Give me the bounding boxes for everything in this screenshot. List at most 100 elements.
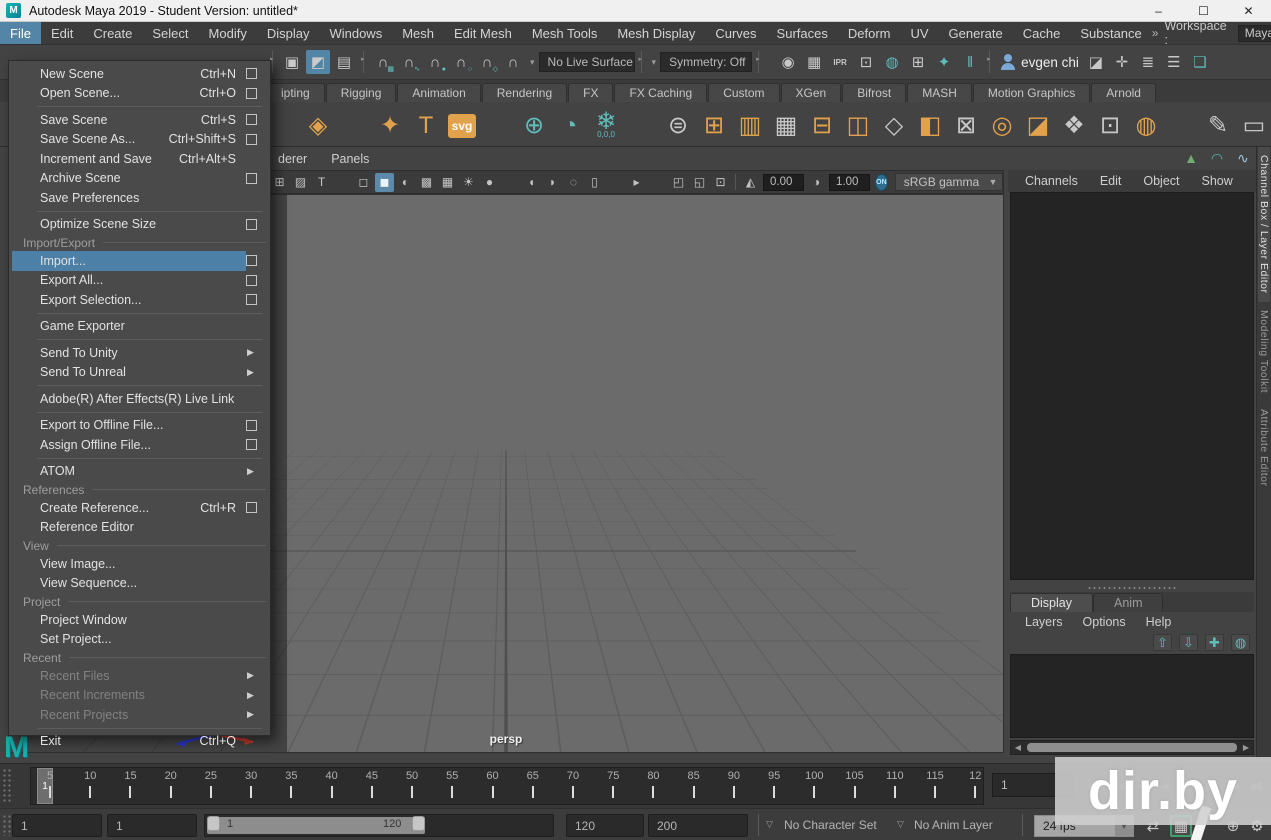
live-surface-field[interactable]: No Live Surface — [539, 52, 635, 72]
shelf-tool-icon[interactable]: ◪ — [1020, 106, 1056, 142]
shelf-tool-icon[interactable]: ◎ — [984, 106, 1020, 142]
file-menu-row[interactable]: Reference Editor ▶ — [9, 518, 270, 538]
menu-bar-item[interactable]: UV — [900, 22, 938, 44]
snap-icon[interactable]: ∩∿ — [397, 50, 421, 74]
menu-item[interactable]: Import... — [12, 251, 246, 271]
menu-item[interactable]: Recent Projects — [12, 705, 246, 725]
channel-box-menu-item[interactable]: Edit — [1091, 174, 1131, 188]
option-box[interactable] — [246, 439, 257, 450]
channel-box-header-icon[interactable]: ◠ — [1208, 149, 1226, 167]
shelf-tool-icon[interactable] — [336, 106, 372, 142]
menu-bar-item[interactable]: Modify — [199, 22, 257, 44]
menu-bar-item[interactable]: Substance — [1070, 22, 1151, 44]
menu-item[interactable]: View Image... — [12, 554, 246, 574]
shelf-tool-icon[interactable]: T — [408, 106, 444, 142]
exposure-icon[interactable]: ◭ — [741, 173, 760, 192]
option-box[interactable] — [246, 294, 257, 305]
menu-bar-item[interactable]: Mesh Display — [607, 22, 705, 44]
group-divider[interactable] — [638, 51, 645, 73]
workspace-select[interactable]: Maya Classic* ▼ — [1238, 25, 1271, 42]
file-menu-row[interactable]: Assign Offline File... ▶ — [9, 435, 270, 455]
layer-action-icon[interactable]: ◍ — [1231, 634, 1250, 651]
menu-item[interactable]: New Scene Ctrl+N — [12, 64, 246, 84]
render-icon[interactable]: ▦ — [802, 50, 826, 74]
shelf-tool-icon[interactable] — [480, 106, 516, 142]
file-menu-row[interactable]: Save Preferences ▶ — [9, 188, 270, 208]
shelf-tool-icon[interactable]: ◍ — [1128, 106, 1164, 142]
shelf-tool-icon[interactable]: ◧ — [912, 106, 948, 142]
layer-action-icon[interactable]: ⇩ — [1179, 634, 1198, 651]
shelf-tab[interactable]: FX — [568, 83, 613, 102]
range-end-handle[interactable] — [412, 816, 425, 831]
option-box[interactable] — [246, 219, 257, 230]
file-menu-row[interactable]: Adobe(R) After Effects(R) Live Link ▶ — [9, 389, 270, 409]
chevron-down-icon[interactable]: ▽ — [766, 819, 773, 830]
menu-overflow-chevron[interactable]: » — [1152, 26, 1159, 40]
file-menu-row[interactable]: Recent Increments ▶ — [9, 686, 270, 706]
anim-layer-menu[interactable]: No Anim Layer — [914, 818, 993, 832]
workspace-icon[interactable]: ❏ — [1188, 50, 1212, 74]
layer-action-icon[interactable]: ⇧ — [1153, 634, 1172, 651]
workspace-icon[interactable]: ≣ — [1136, 50, 1160, 74]
sidebar-vertical-tab[interactable]: Channel Box / Layer Editor — [1258, 147, 1270, 302]
file-menu-row[interactable]: Set Project... ▶ — [9, 630, 270, 650]
menu-item[interactable]: Export Selection... — [12, 290, 246, 310]
option-box[interactable] — [246, 114, 257, 125]
shelf-tool-icon[interactable]: ◔ — [552, 106, 588, 142]
shelf-tool-icon[interactable]: ❖ — [1056, 106, 1092, 142]
snap-icon[interactable]: ∩▦ — [371, 50, 395, 74]
colorspace-select[interactable]: sRGB gamma ▼ — [895, 173, 1003, 191]
horizontal-scrollbar[interactable]: ◀ ▶ — [1010, 740, 1254, 755]
menu-bar-item[interactable]: Mesh Tools — [522, 22, 608, 44]
file-menu-row[interactable]: Optimize Scene Size ▶ — [9, 215, 270, 235]
menu-bar-item[interactable]: File — [0, 22, 41, 44]
render-icon[interactable]: IPR — [828, 50, 852, 74]
menu-item[interactable]: Reference Editor — [12, 518, 246, 538]
workspace-icon[interactable]: ☰ — [1162, 50, 1186, 74]
menu-item[interactable]: Export All... — [12, 271, 246, 291]
selection-mask-icon[interactable]: ▤ — [332, 50, 356, 74]
shelf-tab[interactable]: Animation — [397, 83, 480, 102]
group-divider[interactable] — [986, 51, 993, 73]
file-menu-row[interactable]: Export to Offline File... ▶ — [9, 416, 270, 436]
menu-item[interactable]: Adobe(R) After Effects(R) Live Link — [12, 389, 246, 409]
file-menu-row[interactable]: New Scene Ctrl+N ▶ — [9, 64, 270, 84]
playback-end-field[interactable]: 120 — [566, 814, 644, 837]
viewport-toolbar-icon[interactable]: ⊡ — [711, 173, 730, 192]
shelf-tool-icon[interactable] — [624, 106, 660, 142]
shelf-tool-icon[interactable]: ⊡ — [1092, 106, 1128, 142]
menu-bar-item[interactable]: Select — [142, 22, 198, 44]
menu-bar-item[interactable]: Mesh — [392, 22, 444, 44]
file-menu-row[interactable]: Archive Scene ▶ — [9, 169, 270, 189]
file-menu-row[interactable]: Recent Projects ▶ — [9, 705, 270, 725]
option-box[interactable] — [246, 88, 257, 99]
shelf-tool-icon[interactable]: ⊠ — [948, 106, 984, 142]
file-menu-row[interactable]: ▶ — [9, 336, 270, 343]
snap-icon[interactable]: ∩○ — [449, 50, 473, 74]
render-icon[interactable]: ‖ — [958, 50, 982, 74]
shelf-tool-icon[interactable]: ◇ — [876, 106, 912, 142]
shelf-tool-icon[interactable]: ▦ — [768, 106, 804, 142]
viewport-toolbar-icon[interactable]: ▩ — [417, 173, 436, 192]
viewport-toolbar-icon[interactable]: ◗ — [543, 173, 562, 192]
menu-item[interactable]: Recent Files — [12, 666, 246, 686]
option-box[interactable] — [246, 255, 257, 266]
file-menu-row[interactable]: Recent Files ▶ — [9, 666, 270, 686]
layer-editor-tab[interactable]: Anim — [1093, 593, 1163, 612]
option-box[interactable] — [246, 275, 257, 286]
sidebar-vertical-tab[interactable]: Modeling Toolkit — [1258, 302, 1270, 401]
file-menu-row[interactable]: ▶ — [9, 310, 270, 317]
layer-action-icon[interactable]: ✚ — [1205, 634, 1224, 651]
user-account-chip[interactable]: evgen chi — [1000, 54, 1079, 70]
menu-item[interactable]: Create Reference... Ctrl+R — [12, 498, 246, 518]
snap-icon[interactable]: ∩● — [423, 50, 447, 74]
shelf-tab[interactable]: Custom — [708, 83, 779, 102]
menu-item[interactable]: Send To Unity — [12, 343, 246, 363]
shelf-tab[interactable]: ipting — [266, 83, 325, 102]
menu-item[interactable]: Game Exporter — [12, 317, 246, 337]
layer-editor-menu-item[interactable]: Options — [1074, 615, 1135, 629]
snap-icon[interactable]: ∩ — [501, 50, 525, 74]
gamma-field[interactable]: 1.00 — [829, 174, 870, 191]
shelf-tab[interactable]: Rendering — [482, 83, 567, 102]
viewport-toolbar-icon[interactable]: ☀ — [459, 173, 478, 192]
